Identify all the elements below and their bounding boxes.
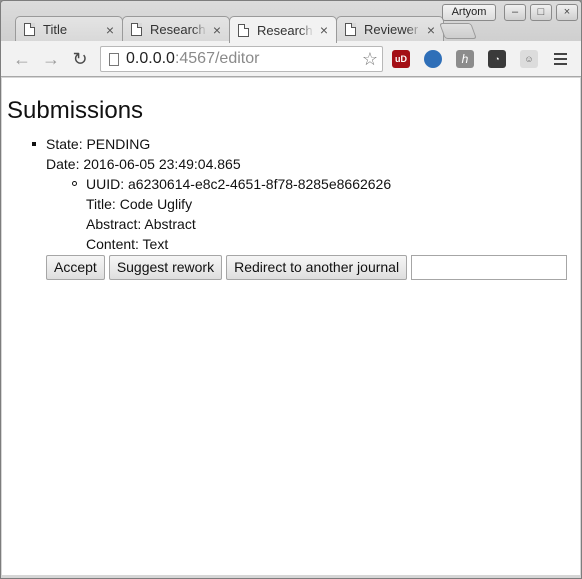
page-content: Submissions State: PENDING Date: 2016-06… — [2, 78, 580, 575]
submissions-list: State: PENDING Date: 2016-06-05 23:49:04… — [2, 134, 568, 280]
submission-actions: Accept Suggest rework Redirect to anothe… — [46, 255, 568, 280]
globe-icon[interactable] — [424, 50, 442, 68]
hamburger-menu-icon[interactable] — [554, 53, 567, 65]
paper-uuid: UUID: a6230614-e8c2-4651-8f78-8285e86626… — [86, 176, 392, 192]
document-icon — [24, 23, 35, 36]
arrow-right-icon: → — [42, 49, 60, 69]
ghost-icon[interactable]: ☺ — [520, 50, 538, 68]
close-tab-icon[interactable]: × — [211, 22, 223, 38]
tab-label: Research — [150, 22, 206, 37]
paper-abstract: Abstract: Abstract — [86, 216, 196, 232]
tab-reviewer[interactable]: Reviewer × — [336, 16, 444, 42]
document-icon — [238, 23, 249, 37]
circle-bullet-icon — [72, 181, 77, 186]
close-tab-icon[interactable]: × — [104, 22, 116, 38]
tab-label: Reviewer — [364, 22, 419, 37]
paper-item: UUID: a6230614-e8c2-4651-8f78-8285e86626… — [46, 174, 567, 254]
lightbulb-icon[interactable]: ◔ — [488, 50, 506, 68]
browser-window: Title × Research × Research × Reviewer ×… — [0, 0, 582, 579]
redirect-journal-button[interactable]: Redirect to another journal — [226, 255, 408, 280]
journal-input[interactable] — [411, 255, 568, 280]
arrow-left-icon: ← — [13, 49, 31, 69]
square-bullet-icon — [32, 142, 36, 146]
accept-button[interactable]: Accept — [46, 255, 105, 280]
star-icon[interactable]: ☆ — [362, 49, 378, 70]
forward-button[interactable]: → — [41, 49, 61, 69]
tab-label: Research — [257, 22, 313, 38]
minimize-button[interactable]: – — [504, 4, 526, 21]
hypothesis-icon[interactable]: h — [456, 50, 474, 68]
back-button[interactable]: ← — [12, 49, 32, 69]
close-tab-icon[interactable]: × — [425, 22, 437, 38]
tab-label: Title — [43, 22, 68, 37]
url-host: 0.0.0.0 — [126, 50, 175, 67]
page-icon — [109, 52, 119, 66]
tab-strip: Title × Research × Research × Reviewer ×… — [1, 1, 581, 43]
submission-date: Date: 2016-06-05 23:49:04.865 — [46, 156, 241, 172]
reload-icon: ↻ — [72, 49, 88, 69]
profile-button[interactable]: Artyom — [442, 4, 496, 21]
close-tab-icon[interactable]: × — [318, 22, 330, 38]
paper-title: Title: Code Uglify — [86, 196, 193, 212]
address-bar[interactable]: 0.0.0.0:4567/editor ☆ — [100, 46, 383, 72]
paper-content: Content: Text — [86, 236, 169, 252]
document-icon — [345, 23, 356, 36]
suggest-rework-button[interactable]: Suggest rework — [108, 255, 223, 280]
maximize-button[interactable]: □ — [530, 4, 552, 21]
url-path: :4567/editor — [174, 50, 260, 67]
tab-research-1[interactable]: Research × — [122, 16, 230, 42]
url-text[interactable]: 0.0.0.0:4567/editor — [126, 50, 362, 68]
reload-button[interactable]: ↻ — [70, 49, 90, 69]
tab-research-2[interactable]: Research × — [229, 16, 337, 43]
new-tab-button[interactable] — [439, 23, 477, 39]
submission-item: State: PENDING Date: 2016-06-05 23:49:04… — [2, 134, 568, 280]
paper-list: UUID: a6230614-e8c2-4651-8f78-8285e86626… — [46, 174, 567, 254]
page-title: Submissions — [7, 97, 144, 124]
tab-title[interactable]: Title × — [15, 16, 123, 42]
submission-state: State: PENDING — [46, 136, 151, 152]
ublock-icon[interactable]: uD — [392, 50, 410, 68]
close-window-button[interactable]: × — [556, 4, 578, 21]
browser-toolbar: ← → ↻ 0.0.0.0:4567/editor ☆ uD h ◔ ☺ — [1, 41, 581, 77]
document-icon — [131, 23, 142, 36]
